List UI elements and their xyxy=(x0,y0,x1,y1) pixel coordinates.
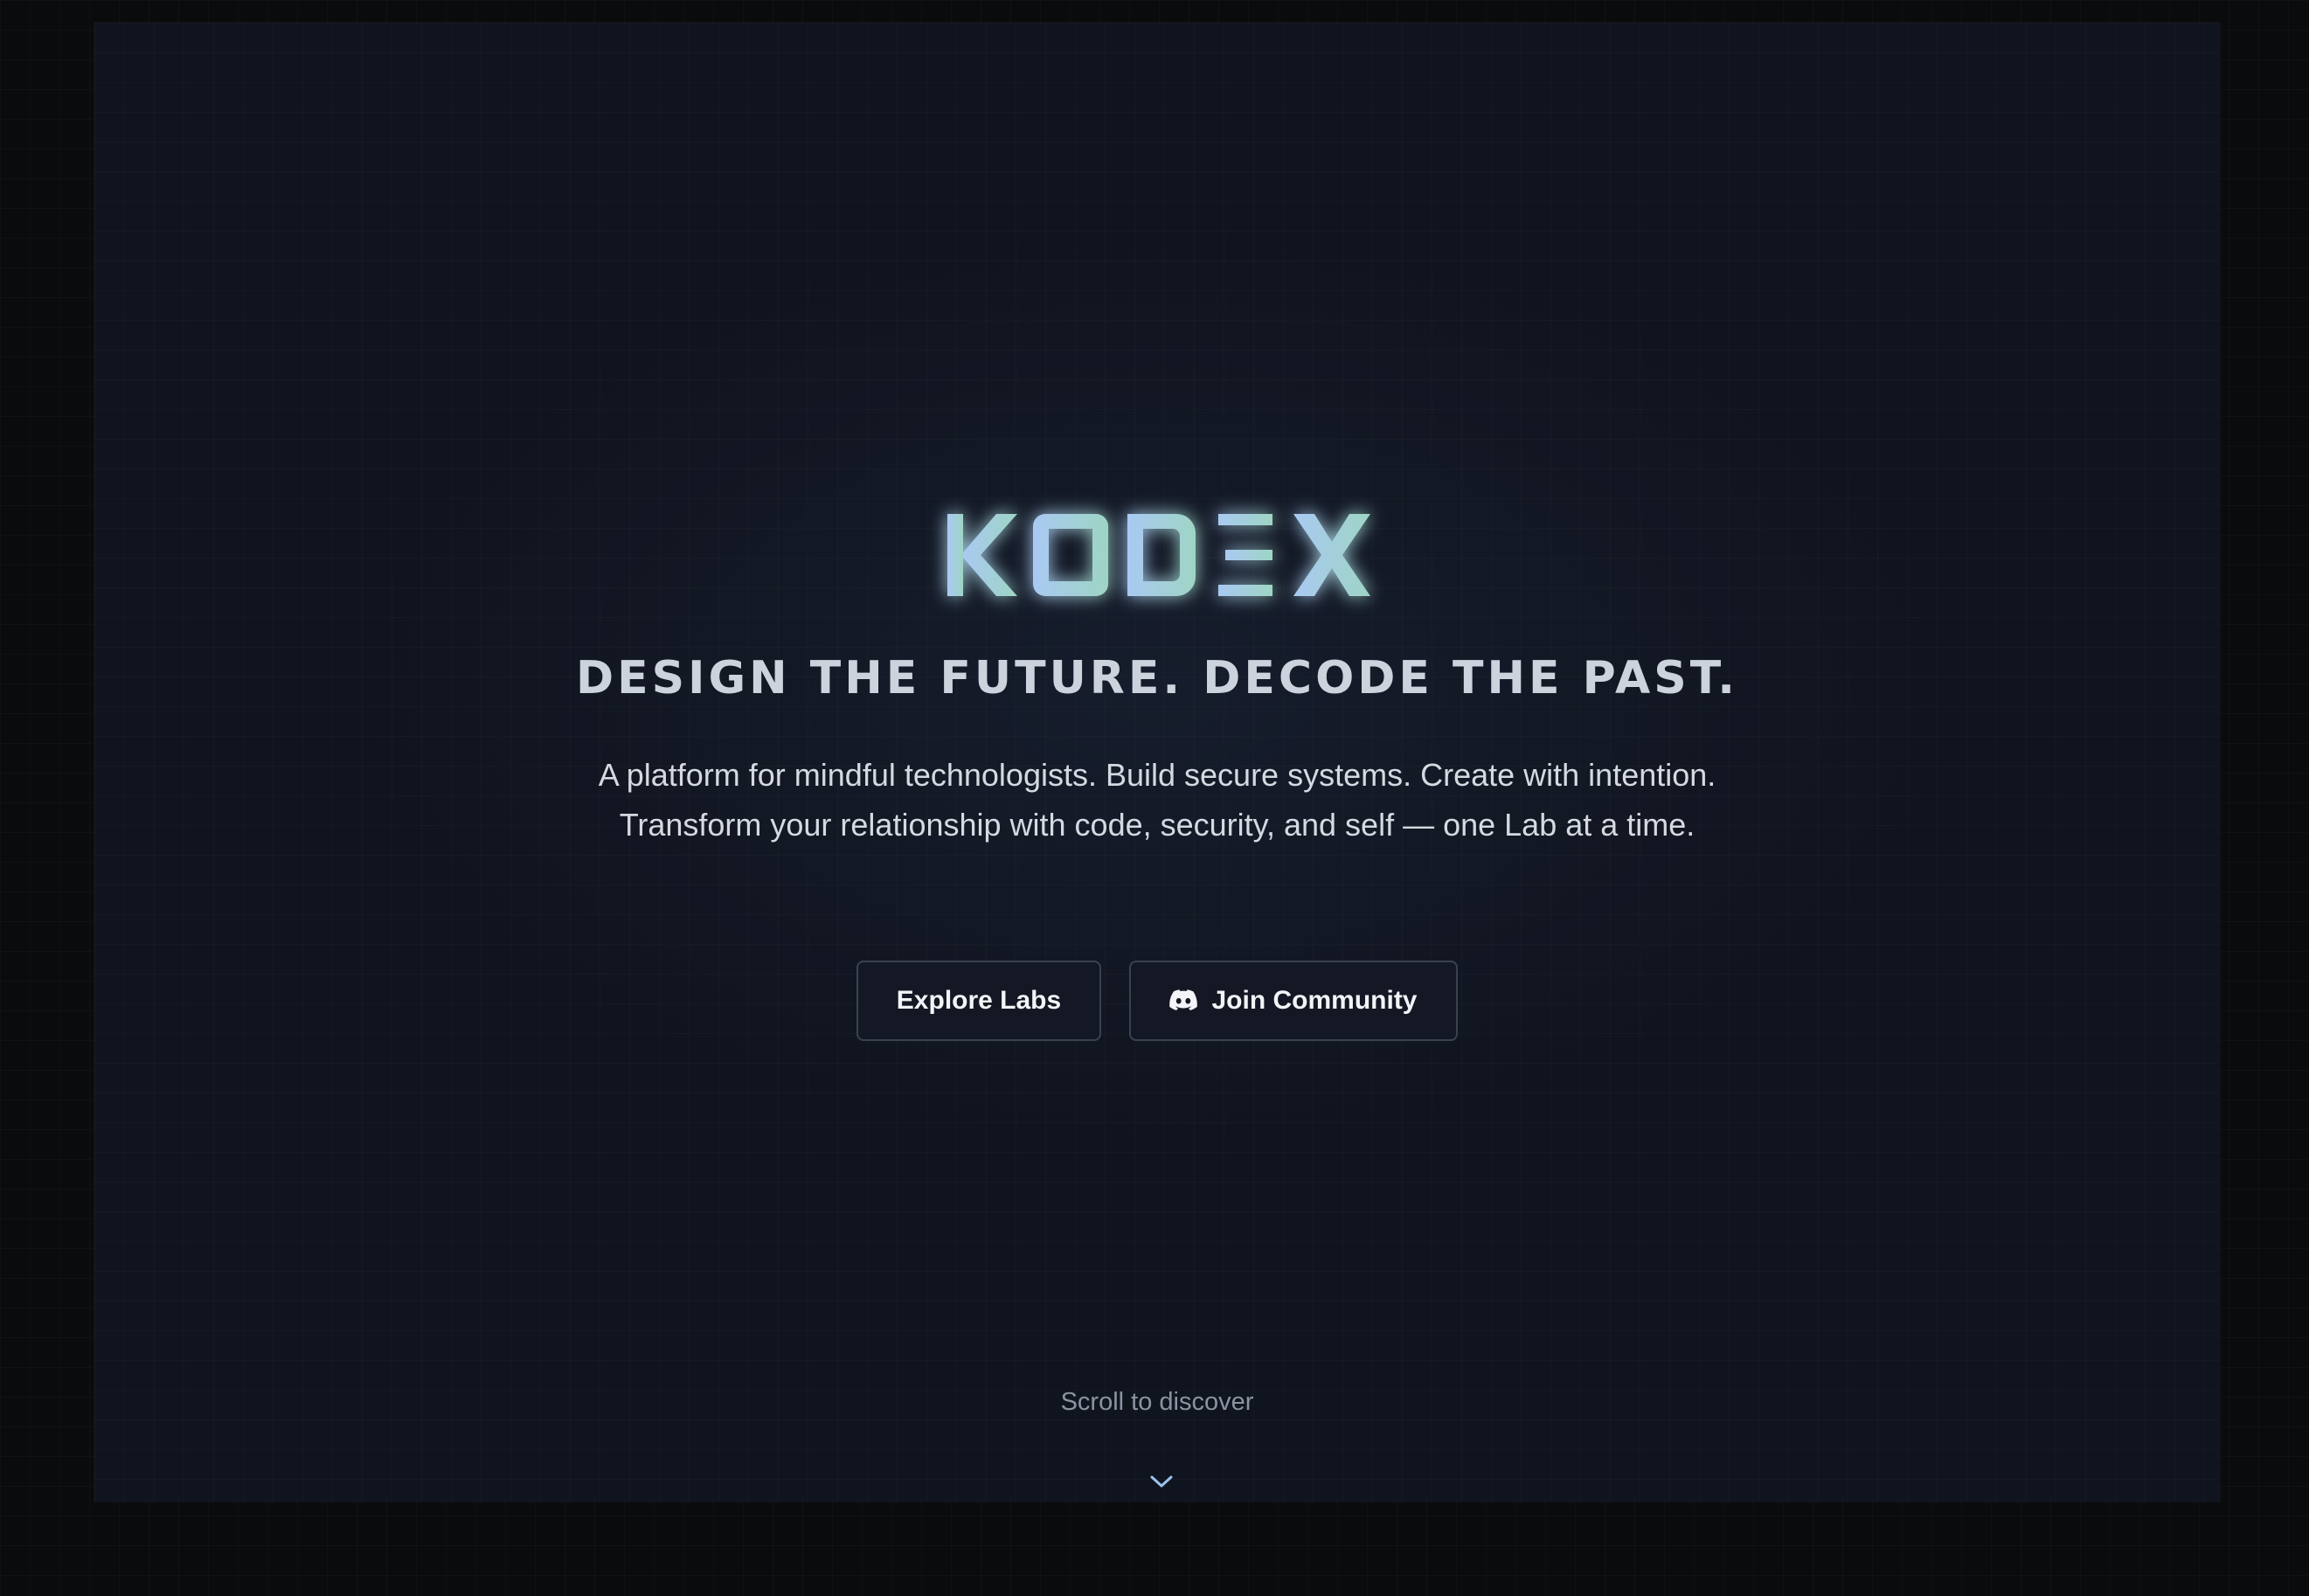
explore-labs-button[interactable]: Explore Labs xyxy=(856,961,1101,1041)
discord-icon xyxy=(1169,989,1198,1012)
explore-labs-label: Explore Labs xyxy=(896,986,1062,1015)
kodex-logo xyxy=(94,486,2220,608)
join-community-label: Join Community xyxy=(1211,986,1418,1015)
scroll-hint: Scroll to discover xyxy=(1060,1388,1254,1416)
chevron-down-icon[interactable] xyxy=(1148,1472,1175,1491)
hero-section: DESIGN THE FUTURE. DECODE THE PAST. A pl… xyxy=(94,23,2220,1502)
hero-description: A platform for mindful technologists. Bu… xyxy=(598,757,1716,843)
join-community-button[interactable]: Join Community xyxy=(1129,961,1458,1041)
hero-headline: DESIGN THE FUTURE. DECODE THE PAST. xyxy=(575,652,1739,704)
logo-wordmark xyxy=(947,514,1370,596)
